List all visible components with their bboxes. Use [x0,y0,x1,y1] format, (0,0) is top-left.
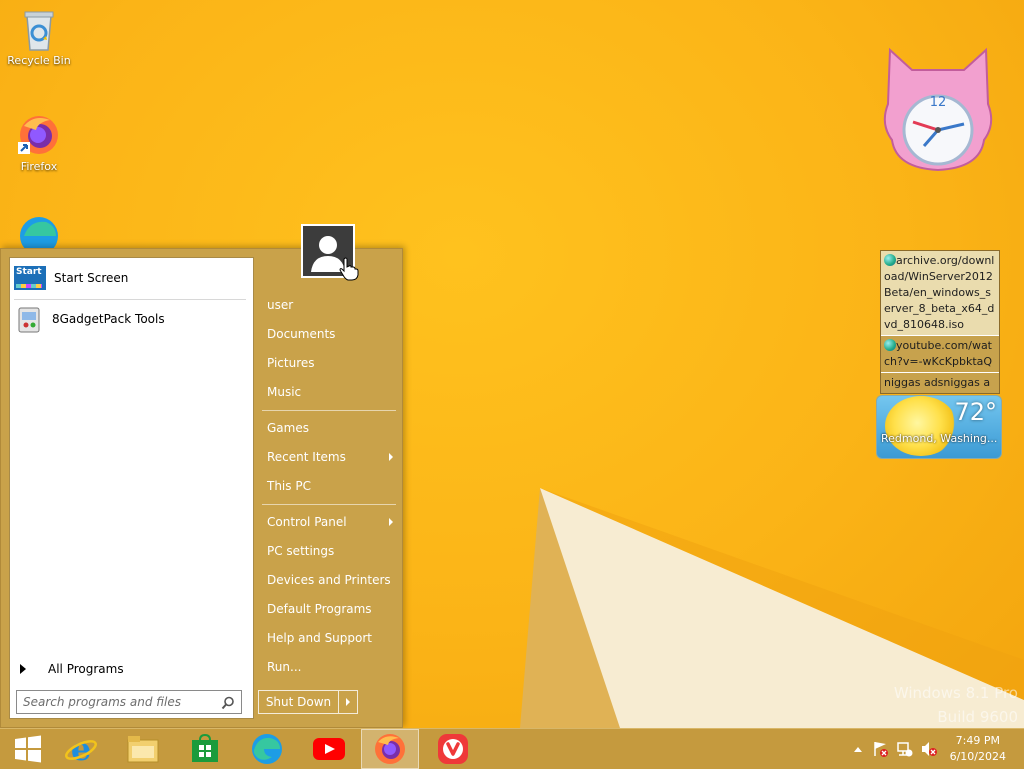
taskbar-youtube[interactable] [301,729,357,769]
desktop-icon-label: Firefox [20,160,58,173]
svg-text:e: e [71,732,91,766]
feed-entry[interactable]: youtube.com/watch?v=-wKcKpbktaQ [881,336,999,373]
edge-icon [20,217,58,248]
edge-icon [252,734,282,764]
search-placeholder: Search programs and files [23,695,181,709]
right-item-music[interactable]: Music [259,379,399,405]
desktop-icon-firefox[interactable]: Firefox [3,112,75,173]
watermark-edition: Windows 8.1 Pro [893,684,1018,702]
triangle-right-icon [20,664,26,674]
clock-gadget[interactable]: 12 [876,44,1000,174]
search-input[interactable]: Search programs and files [16,690,242,714]
submenu-arrow-icon [389,453,393,461]
desktop-icon-label: Recycle Bin [7,54,71,67]
user-picture[interactable] [301,224,359,281]
system-tray [850,729,938,769]
network-icon[interactable] [896,740,914,758]
sunny-icon [885,396,957,456]
globe-icon [884,339,896,351]
taskbar-store[interactable] [177,729,233,769]
taskbar-edge[interactable] [239,729,295,769]
program-label: Start Screen [54,271,129,285]
right-item-games[interactable]: Games [259,415,399,441]
action-center-flag-icon[interactable] [872,740,890,758]
divider [262,410,396,411]
right-item-recent-items[interactable]: Recent Items [259,444,399,470]
firefox-icon [375,734,405,764]
right-item-default-programs[interactable]: Default Programs [259,596,399,622]
desktop-icon-edge[interactable] [3,212,75,250]
clock-date: 6/10/2024 [949,750,1006,763]
shutdown-button-group: Shut Down [258,690,358,714]
weather-location: Redmond, Washing... [881,432,998,445]
search-icon [221,696,234,710]
recycle-bin-icon [24,11,54,51]
right-item-pc-settings[interactable]: PC settings [259,538,399,564]
watermark-build: Build 9600 [937,708,1018,726]
shutdown-options-button[interactable] [339,691,357,713]
weather-temperature: 72° [954,398,997,426]
internet-explorer-icon: e [65,732,97,766]
cat-clock-icon: 12 [883,47,993,172]
all-programs-button[interactable]: All Programs [20,662,124,676]
program-label: 8GadgetPack Tools [52,312,165,326]
right-item-this-pc[interactable]: This PC [259,473,399,499]
feed-entry[interactable]: niggas adsniggas ads [881,373,999,393]
desktop-icon-recycle-bin[interactable]: Recycle Bin [3,8,75,67]
feed-gadget: archive.org/download/WinServer2012Beta/e… [880,250,1000,394]
right-item-help-and-support[interactable]: Help and Support [259,625,399,651]
start-menu: Start Start Screen 8GadgetPack Tools All… [0,248,403,728]
start-button[interactable] [0,729,56,769]
feed-entry-text: niggas adsniggas ads [884,376,991,393]
right-item-label: Recent Items [267,450,346,464]
taskbar-file-explorer[interactable] [115,729,171,769]
start-screen-icon: Start [14,266,46,290]
chevron-up-icon [854,746,862,752]
taskbar-firefox[interactable] [361,729,419,769]
submenu-arrow-icon [389,518,393,526]
taskbar-clock[interactable]: 7:49 PM 6/10/2024 [950,733,1006,765]
right-item-label: Control Panel [267,515,347,529]
right-item-devices-and-printers[interactable]: Devices and Printers [259,567,399,593]
shutdown-button[interactable]: Shut Down [259,691,339,713]
right-item-pictures[interactable]: Pictures [259,350,399,376]
firefox-icon [18,116,58,154]
feed-entry-text: archive.org/download/WinServer2012Beta/e… [884,254,995,331]
show-hidden-icons-button[interactable] [850,741,866,757]
right-item-run[interactable]: Run... [259,654,399,680]
program-8gadgetpack-tools[interactable]: 8GadgetPack Tools [14,303,249,335]
taskbar: e 7:49 PM 6/10/2024 [0,728,1024,769]
feed-entry[interactable]: archive.org/download/WinServer2012Beta/e… [881,251,999,336]
taskbar-vivaldi[interactable] [425,729,481,769]
program-start-screen[interactable]: Start Start Screen [14,262,249,294]
vivaldi-icon [438,734,468,764]
divider [262,504,396,505]
right-item-documents[interactable]: Documents [259,321,399,347]
programs-pane: Start Start Screen 8GadgetPack Tools All… [9,257,254,719]
divider [14,299,246,300]
windows-logo-icon [15,735,41,763]
start-screen-icon-text: Start [16,267,42,277]
file-explorer-icon [127,736,159,763]
right-item-user[interactable]: user [259,292,399,318]
youtube-icon [313,738,345,760]
taskbar-internet-explorer[interactable]: e [53,729,109,769]
hand-cursor-icon [339,257,359,281]
store-icon [192,734,218,762]
weather-gadget[interactable]: 72° Redmond, Washing... [876,395,1002,459]
volume-muted-icon[interactable] [920,740,938,758]
right-item-control-panel[interactable]: Control Panel [259,509,399,535]
clock-time: 7:49 PM [955,734,1000,747]
feed-entry-text: youtube.com/watch?v=-wKcKpbktaQ [884,339,993,368]
clock-numeral: 12 [930,95,947,110]
gadgetpack-icon [18,307,40,333]
globe-icon [884,254,896,266]
all-programs-label: All Programs [48,662,124,676]
